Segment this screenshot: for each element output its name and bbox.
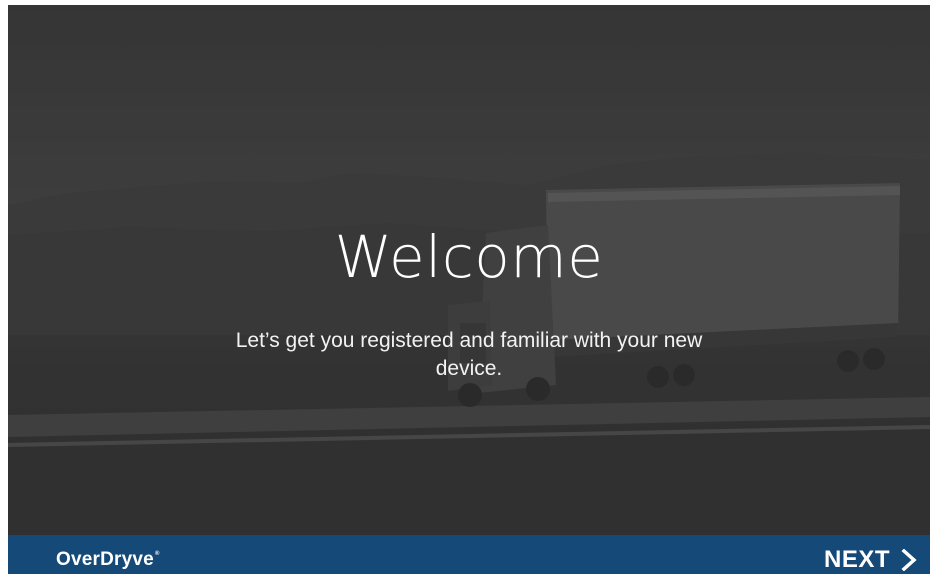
welcome-subtitle: Let’s get you registered and familiar wi… xyxy=(235,329,703,380)
next-button[interactable]: NEXT xyxy=(824,545,918,574)
chevron-right-icon xyxy=(901,549,917,571)
brand-logo: OverDryve® xyxy=(56,549,160,571)
footer-bar: OverDryve® NEXT xyxy=(8,535,930,574)
page-title: Welcome xyxy=(334,223,604,291)
brand-name: OverDryve xyxy=(56,549,154,570)
welcome-screen: Welcome Let’s get you registered and fam… xyxy=(8,5,930,574)
next-label: NEXT xyxy=(823,546,890,573)
registered-mark: ® xyxy=(154,551,160,557)
hero-section: Welcome Let’s get you registered and fam… xyxy=(8,5,930,535)
